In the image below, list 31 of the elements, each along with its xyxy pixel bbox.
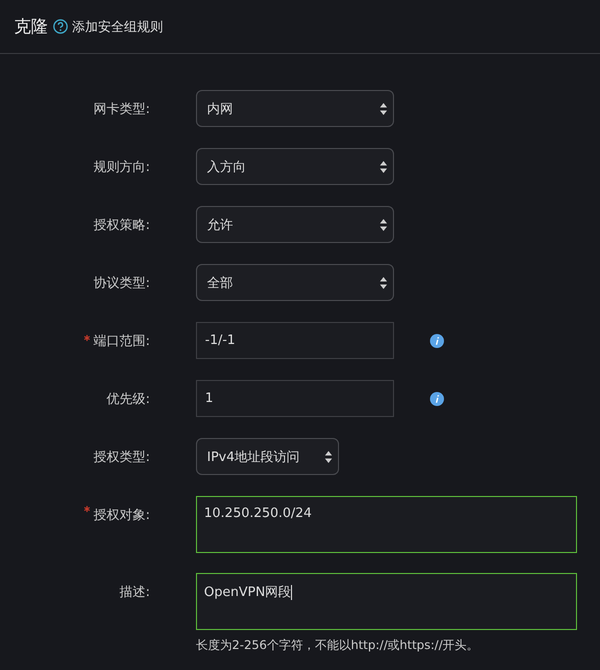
field-label: 规则方向: <box>94 158 150 176</box>
sort-caret-icon <box>380 160 387 172</box>
select-field[interactable]: 入方向 <box>196 148 394 185</box>
input-field[interactable]: -1/-1 <box>196 322 394 359</box>
hint-text: 长度为2-256个字符，不能以http://或https://开头。 <box>196 637 480 654</box>
input-field[interactable]: 1 <box>196 380 394 417</box>
select-field[interactable]: 允许 <box>196 206 394 243</box>
sort-caret-icon <box>325 450 332 462</box>
required-asterisk-icon <box>84 506 90 512</box>
field-label: 端口范围: <box>94 332 150 350</box>
field-label: 授权类型: <box>94 448 150 466</box>
required-asterisk-icon <box>84 334 90 340</box>
select-field[interactable]: 全部 <box>196 264 394 301</box>
select-field[interactable]: 内网 <box>196 90 394 127</box>
field-label: 授权策略: <box>94 216 150 234</box>
text-area[interactable]: 10.250.250.0/24 <box>196 496 577 553</box>
field-label: 优先级: <box>106 390 150 408</box>
select-field[interactable]: IPv4地址段访问 <box>196 438 339 475</box>
dialog-subtitle: 添加安全组规则 <box>72 18 163 36</box>
sort-caret-icon <box>380 218 387 230</box>
info-icon[interactable] <box>430 334 444 348</box>
info-icon[interactable] <box>430 392 444 406</box>
sort-caret-icon <box>380 102 387 114</box>
sort-caret-icon <box>380 276 387 288</box>
text-area[interactable]: OpenVPN网段 <box>196 573 577 630</box>
field-label: 授权对象: <box>94 507 150 524</box>
field-label: 协议类型: <box>94 274 150 292</box>
field-label: 网卡类型: <box>94 100 150 118</box>
help-icon[interactable] <box>53 19 68 34</box>
dialog-title: 克隆 <box>14 16 48 38</box>
field-label: 描述: <box>120 584 150 601</box>
